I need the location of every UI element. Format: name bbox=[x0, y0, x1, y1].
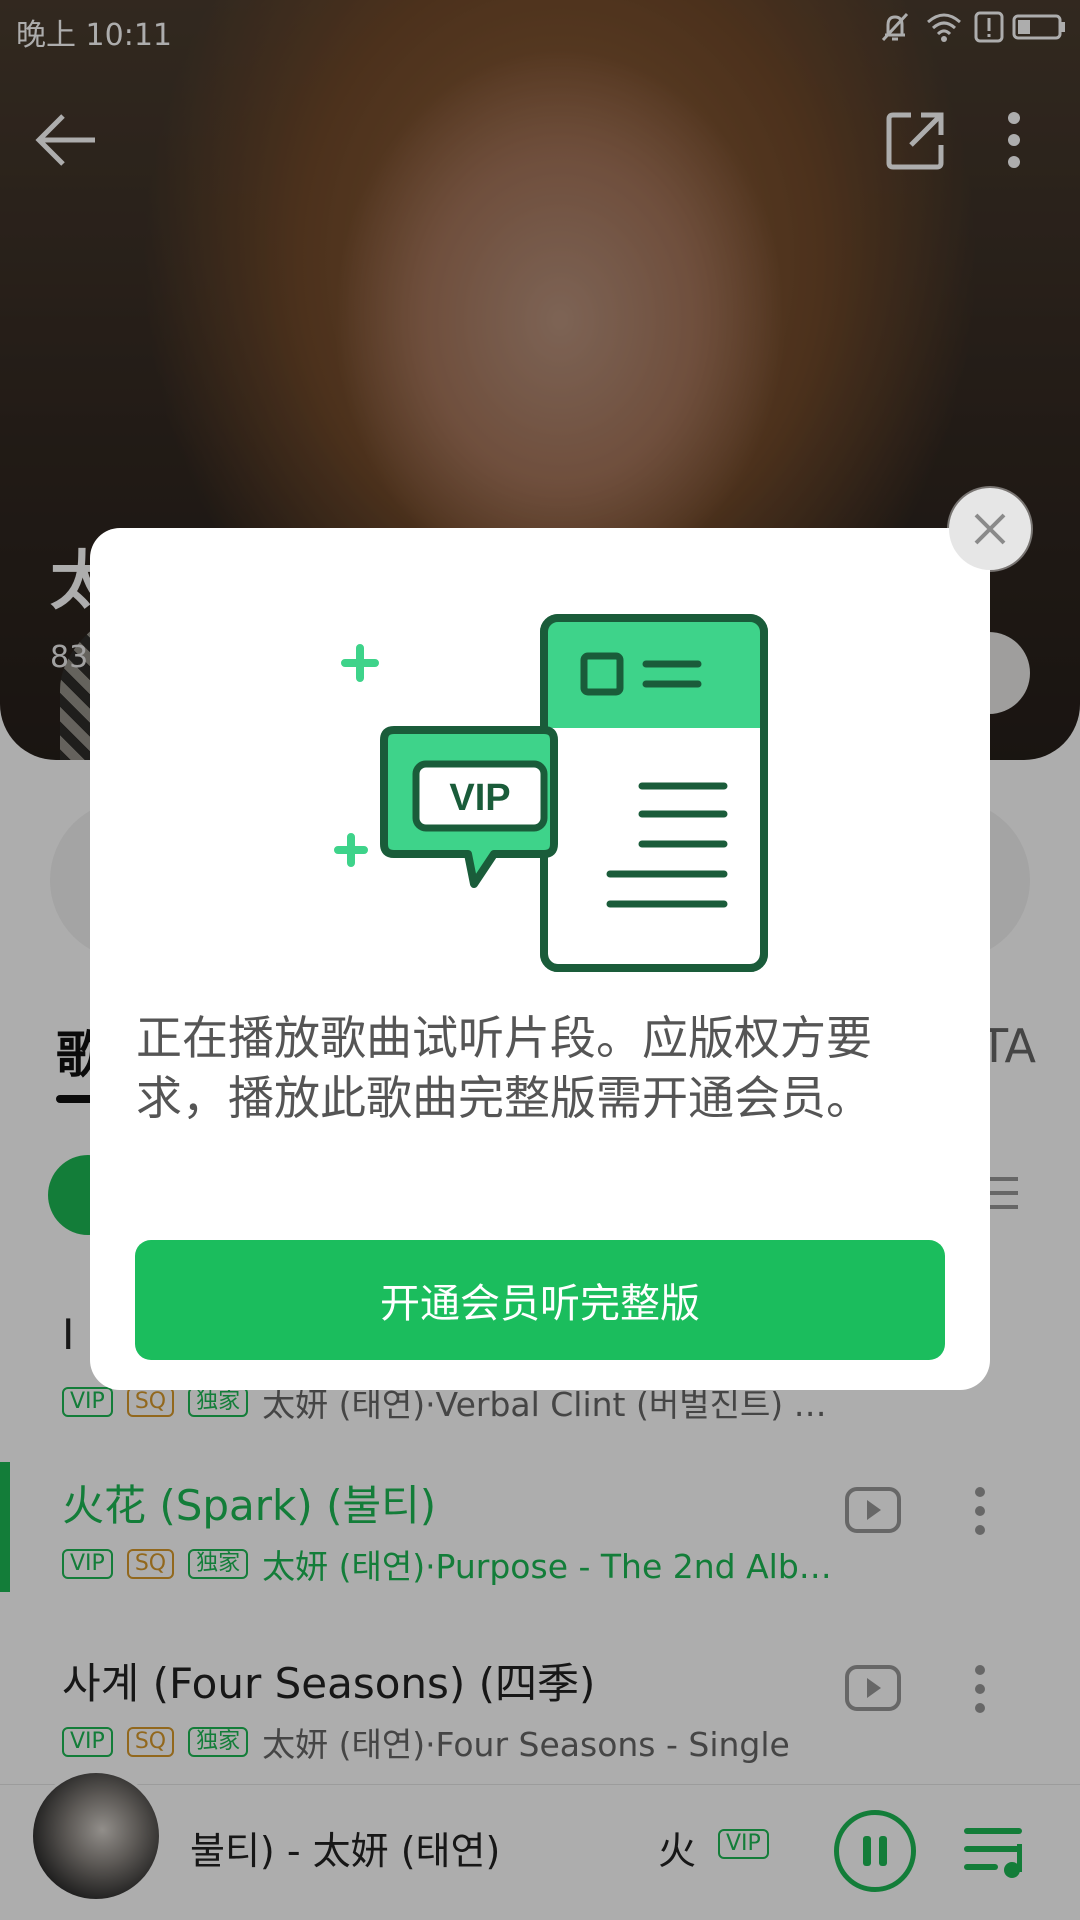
dialog-message: 正在播放歌曲试听片段。应版权方要求，播放此歌曲完整版需开通会员。 bbox=[136, 1011, 872, 1125]
close-dialog-button[interactable] bbox=[949, 488, 1031, 570]
vip-document-illustration: VIP bbox=[334, 614, 768, 972]
open-membership-button[interactable]: 开通会员听完整版 bbox=[135, 1240, 945, 1360]
vip-dialog: VIP 正在播放歌曲试听片段。应版权方要求，播放此歌曲完整版需开通会员。 开通会… bbox=[90, 528, 990, 1390]
vip-badge-text: VIP bbox=[449, 777, 510, 819]
close-icon bbox=[974, 513, 1006, 545]
